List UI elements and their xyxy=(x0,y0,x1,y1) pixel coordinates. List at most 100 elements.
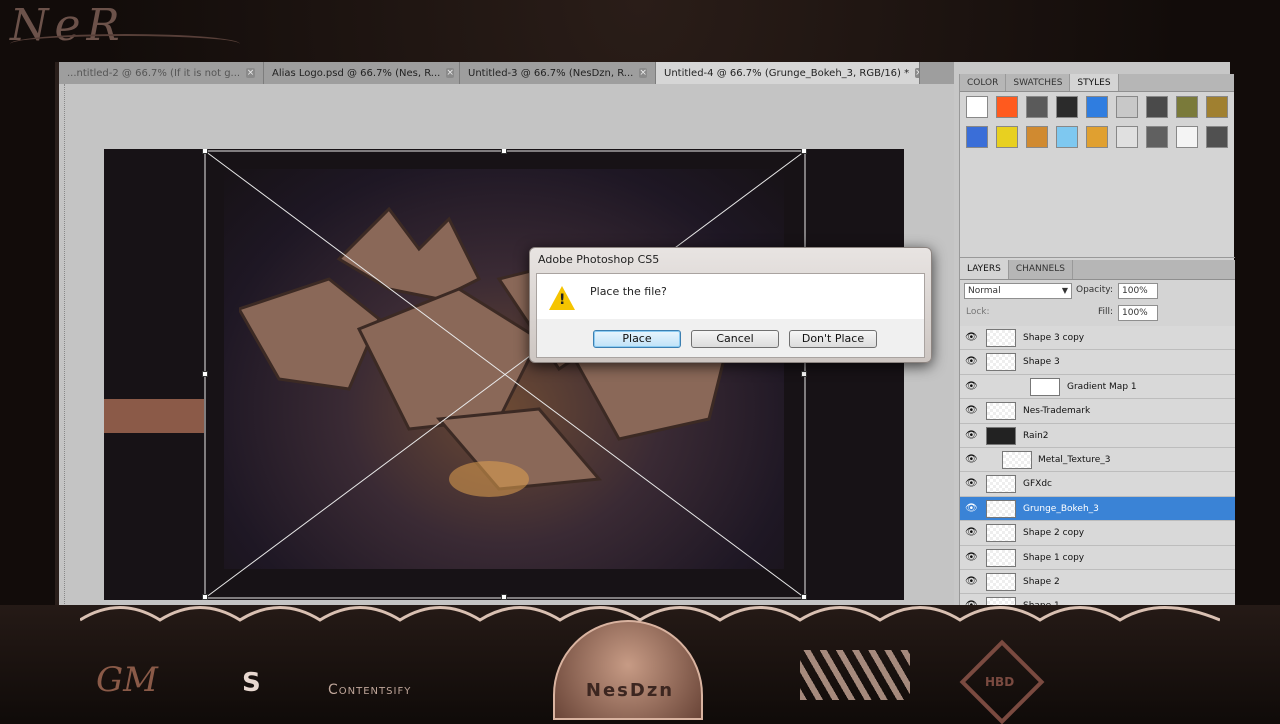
place-file-dialog: Adobe Photoshop CS5 ! Place the file? Pl… xyxy=(529,247,932,363)
video-frame: NeR ...ntitled-2 @ 66.7% (If it is not g… xyxy=(0,0,1280,724)
center-badge-text: NesDzn xyxy=(585,680,675,701)
opacity-label: Opacity: xyxy=(1076,285,1113,295)
styles-panel-footer xyxy=(960,244,1235,258)
transform-handle-r[interactable] xyxy=(801,371,807,377)
layer-name: Shape 2 copy xyxy=(1023,528,1085,539)
fill-label: Fill: xyxy=(1098,307,1114,317)
dialog-body: ! Place the file? Place Cancel Don't Pla… xyxy=(536,273,925,358)
layer-row[interactable]: 👁 Shape 3 xyxy=(960,350,1235,375)
document-tabs: ...ntitled-2 @ 66.7% (If it is not g... ×… xyxy=(59,62,954,84)
layer-row[interactable]: 👁 Gradient Map 1 xyxy=(960,374,1235,400)
layer-row[interactable]: 👁 Grunge_Bokeh_3 xyxy=(960,496,1235,522)
layer-name: Metal_Texture_3 xyxy=(1038,454,1111,465)
layer-thumbnail xyxy=(986,524,1016,543)
tab-label: Untitled-3 @ 66.7% (NesDzn, R... xyxy=(468,67,634,79)
right-panels: COLOR SWATCHES STYLES LAYERS CHANNELS No… xyxy=(959,74,1235,642)
styles-grid xyxy=(966,96,1230,150)
style-swatch[interactable] xyxy=(1026,96,1048,118)
eye-icon[interactable]: 👁 xyxy=(965,381,978,393)
layer-name: Rain2 xyxy=(1023,430,1049,441)
tab-untitled-4[interactable]: Untitled-4 @ 66.7% (Grunge_Bokeh_3, RGB/… xyxy=(656,62,920,84)
tab-label: Alias Logo.psd @ 66.7% (Nes, R... xyxy=(272,67,441,79)
close-icon[interactable]: × xyxy=(446,68,454,78)
eye-icon[interactable]: 👁 xyxy=(965,356,978,368)
place-button[interactable]: Place xyxy=(593,330,681,348)
style-swatch[interactable] xyxy=(1176,96,1198,118)
style-swatch[interactable] xyxy=(1146,96,1168,118)
canvas-area[interactable] xyxy=(59,84,954,642)
transform-handle-tr[interactable] xyxy=(801,149,807,154)
eye-icon[interactable]: 👁 xyxy=(965,503,978,515)
layer-name: Shape 3 copy xyxy=(1023,333,1085,343)
layer-thumbnail xyxy=(986,329,1016,347)
style-swatch[interactable] xyxy=(966,126,988,148)
style-swatch[interactable] xyxy=(1116,96,1138,118)
styles-panel-tabs: COLOR SWATCHES STYLES xyxy=(960,74,1234,92)
close-icon[interactable]: × xyxy=(915,68,919,78)
close-icon[interactable]: × xyxy=(639,68,647,78)
eye-icon[interactable]: 👁 xyxy=(965,478,978,490)
style-swatch[interactable] xyxy=(1146,126,1168,148)
style-swatch[interactable] xyxy=(1086,96,1108,118)
layer-row[interactable]: 👁 Nes-Trademark xyxy=(960,399,1235,424)
layer-list: 👁 Shape 3 copy 👁 Shape 3 👁 Gradient Map 1 👁 Nes… xyxy=(960,326,1235,642)
transform-handle-tl[interactable] xyxy=(202,149,208,154)
style-swatch[interactable] xyxy=(966,96,988,118)
document-canvas[interactable] xyxy=(104,149,904,600)
layer-row[interactable]: 👁 Metal_Texture_3 xyxy=(960,447,1235,473)
tab-label: ...ntitled-2 @ 66.7% (If it is not g... xyxy=(67,67,241,79)
cancel-button[interactable]: Cancel xyxy=(691,330,779,348)
transform-handle-l[interactable] xyxy=(202,371,208,377)
close-icon[interactable]: × xyxy=(246,68,255,78)
eye-icon[interactable]: 👁 xyxy=(965,527,978,539)
tab-untitled-2[interactable]: ...ntitled-2 @ 66.7% (If it is not g... × xyxy=(59,62,264,84)
style-swatch[interactable] xyxy=(1086,126,1108,148)
layer-row[interactable]: 👁 Shape 1 copy xyxy=(960,545,1235,570)
tab-color[interactable]: COLOR xyxy=(960,74,1007,91)
photoshop-window: ...ntitled-2 @ 66.7% (If it is not g... ×… xyxy=(55,62,1235,642)
layer-row[interactable]: 👁 Shape 2 xyxy=(960,569,1235,595)
layer-row[interactable]: 👁 GFXdc xyxy=(960,472,1235,497)
dialog-message: Place the file? xyxy=(590,285,667,298)
opacity-field[interactable]: 100% xyxy=(1118,283,1158,299)
style-swatch[interactable] xyxy=(1206,96,1228,118)
style-swatch[interactable] xyxy=(1026,126,1048,148)
eye-icon[interactable]: 👁 xyxy=(965,332,978,344)
style-swatch[interactable] xyxy=(996,126,1018,148)
hbd-logo-text: HBD xyxy=(985,675,1015,689)
layer-row[interactable]: 👁 Shape 2 copy xyxy=(960,521,1235,546)
layer-name: Shape 3 xyxy=(1023,357,1060,368)
layer-name: Shape 2 xyxy=(1023,576,1060,587)
tab-label: Untitled-4 @ 66.7% (Grunge_Bokeh_3, RGB/… xyxy=(664,67,910,79)
layer-row[interactable]: 👁 Shape 3 copy xyxy=(960,326,1235,351)
dont-place-button[interactable]: Don't Place xyxy=(789,330,877,348)
dialog-title: Adobe Photoshop CS5 xyxy=(538,253,660,266)
style-swatch[interactable] xyxy=(996,96,1018,118)
style-swatch[interactable] xyxy=(1056,96,1078,118)
tab-untitled-3[interactable]: Untitled-3 @ 66.7% (NesDzn, R... × xyxy=(460,62,656,84)
blend-mode-value: Normal xyxy=(968,286,1001,296)
style-swatch[interactable] xyxy=(1056,126,1078,148)
layer-thumbnail xyxy=(1030,377,1060,396)
eye-icon[interactable]: 👁 xyxy=(965,454,978,466)
blend-mode-select[interactable]: Normal ▼ xyxy=(964,283,1072,299)
tab-alias-logo[interactable]: Alias Logo.psd @ 66.7% (Nes, R... × xyxy=(264,62,460,84)
eye-icon[interactable]: 👁 xyxy=(965,552,978,564)
tab-styles[interactable]: STYLES xyxy=(1070,74,1119,91)
eye-icon[interactable]: 👁 xyxy=(965,405,978,417)
tab-swatches[interactable]: SWATCHES xyxy=(1006,74,1071,91)
layer-name: Gradient Map 1 xyxy=(1067,381,1137,392)
graffiti-logo xyxy=(800,650,910,700)
corner-logo: NeR xyxy=(10,0,250,60)
eye-icon[interactable]: 👁 xyxy=(965,430,978,442)
style-swatch[interactable] xyxy=(1206,126,1228,148)
tab-layers[interactable]: LAYERS xyxy=(960,260,1009,279)
tab-channels[interactable]: CHANNELS xyxy=(1009,260,1073,279)
transform-bounding-box[interactable] xyxy=(104,149,904,600)
fill-field[interactable]: 100% xyxy=(1118,305,1158,321)
style-swatch[interactable] xyxy=(1176,126,1198,148)
layer-row[interactable]: 👁 Rain2 xyxy=(960,423,1235,448)
style-swatch[interactable] xyxy=(1116,126,1138,148)
eye-icon[interactable]: 👁 xyxy=(965,576,978,588)
transform-handle-t[interactable] xyxy=(501,149,507,154)
